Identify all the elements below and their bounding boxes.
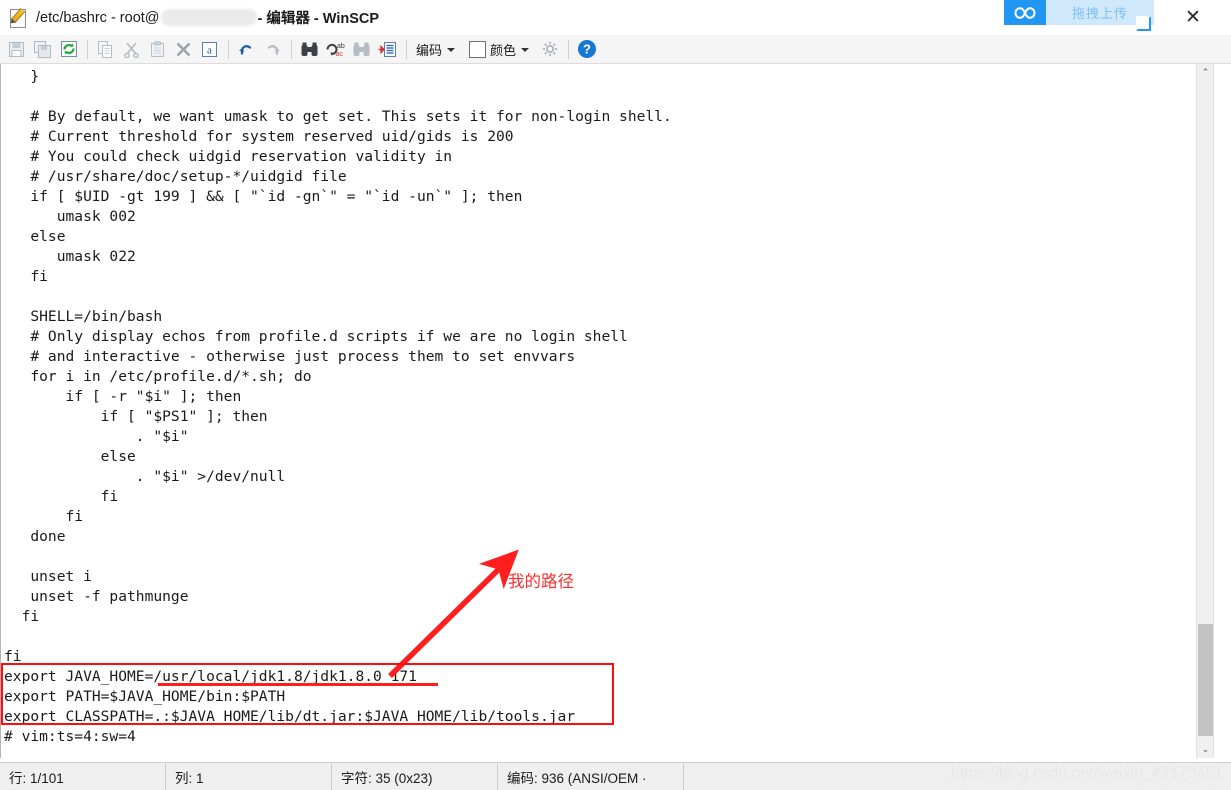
chevron-down-icon xyxy=(521,48,530,52)
x-cross-icon xyxy=(176,42,191,56)
svg-text:ac: ac xyxy=(336,51,344,58)
copy-icon xyxy=(98,40,112,58)
toolbar-separator xyxy=(291,39,292,59)
copy-button[interactable] xyxy=(93,37,118,62)
binoculars-icon xyxy=(301,42,318,56)
editor-area[interactable]: } # By default, we want umask to get set… xyxy=(0,64,1231,758)
go-to-line-button[interactable] xyxy=(375,37,400,62)
help-question-icon: ? xyxy=(577,40,596,58)
window-title-prefix: /etc/bashrc - root@ xyxy=(36,9,160,26)
csdn-watermark-shadow: https://blog.csdn.net/weixin_42173451 xyxy=(944,772,1217,789)
status-column: 列: 1 xyxy=(166,762,332,790)
copy-floppy-icon xyxy=(34,40,51,58)
color-swatch[interactable] xyxy=(469,40,487,58)
chevron-down-icon xyxy=(447,48,456,52)
save-button[interactable] xyxy=(4,37,29,62)
svg-text:?: ? xyxy=(583,42,591,57)
encoding-dropdown-label: 编码 xyxy=(416,42,443,58)
scissors-icon xyxy=(124,41,139,58)
scrollbar-thumb[interactable] xyxy=(1198,624,1213,736)
binoculars-next-icon xyxy=(353,42,370,56)
redo-button[interactable] xyxy=(260,37,285,62)
window-title-suffix: - 编辑器 - WinSCP xyxy=(257,11,380,27)
svg-text:a: a xyxy=(207,44,212,56)
save-as-button[interactable] xyxy=(30,37,55,62)
undo-button[interactable] xyxy=(234,37,259,62)
window-right-edge xyxy=(1213,64,1231,758)
winscp-editor-window: /etc/bashrc - root@ - 编辑器 - WinSCP 拖拽上传 … xyxy=(0,0,1231,790)
scroll-down-arrow-icon[interactable]: ⌄ xyxy=(1197,741,1214,758)
replace-button[interactable]: ab ac xyxy=(323,37,348,62)
toolbar-separator xyxy=(406,39,407,59)
floppy-disk-icon xyxy=(9,41,24,57)
scroll-up-arrow-icon[interactable]: ⌃ xyxy=(1197,64,1214,81)
find-button[interactable] xyxy=(297,37,322,62)
settings-button[interactable] xyxy=(537,37,562,62)
delete-button[interactable] xyxy=(171,37,196,62)
window-title: /etc/bashrc - root@ - 编辑器 - WinSCP xyxy=(36,7,379,28)
close-window-button[interactable]: ✕ xyxy=(1155,0,1231,35)
editor-toolbar: a ab ac 编码 颜色 ? xyxy=(0,35,1231,64)
redo-arrow-icon xyxy=(267,44,280,55)
toolbar-separator xyxy=(568,39,570,59)
toolbar-separator xyxy=(87,39,88,59)
paste-button[interactable] xyxy=(145,37,170,62)
vertical-scrollbar[interactable]: ⌃ ⌄ xyxy=(1196,64,1214,758)
drag-upload-corner-handle xyxy=(1136,16,1151,31)
redacted-hostname xyxy=(160,9,257,26)
goto-line-icon xyxy=(378,41,396,57)
replace-ab-ac-icon: ab ac xyxy=(326,43,345,58)
drag-upload-badge[interactable]: 拖拽上传 xyxy=(1004,0,1154,25)
clipboard-icon xyxy=(151,40,164,57)
find-next-button[interactable] xyxy=(349,37,374,62)
undo-arrow-icon xyxy=(239,44,252,55)
color-dropdown-label: 颜色 xyxy=(490,42,517,58)
edit-document-icon xyxy=(9,7,29,28)
toolbar-separator xyxy=(228,39,229,59)
status-encoding: 编码: 936 (ANSI/OEM · xyxy=(498,762,684,790)
status-line: 行: 1/101 xyxy=(0,762,166,790)
gear-icon xyxy=(542,41,557,57)
color-dropdown[interactable]: 颜色 xyxy=(490,40,535,59)
code-pane[interactable]: } # By default, we want umask to get set… xyxy=(1,64,1196,758)
svg-text:ab: ab xyxy=(337,43,345,50)
cut-button[interactable] xyxy=(119,37,144,62)
select-all-button[interactable]: a xyxy=(197,37,222,62)
encoding-dropdown[interactable]: 编码 xyxy=(416,40,461,59)
help-button[interactable]: ? xyxy=(574,37,599,62)
refresh-icon xyxy=(60,41,77,57)
reload-button[interactable] xyxy=(56,37,81,62)
status-character: 字符: 35 (0x23) xyxy=(332,762,498,790)
infinity-icon xyxy=(1004,0,1046,25)
select-all-a-icon: a xyxy=(202,41,217,57)
file-content[interactable]: } # By default, we want umask to get set… xyxy=(4,67,1196,747)
